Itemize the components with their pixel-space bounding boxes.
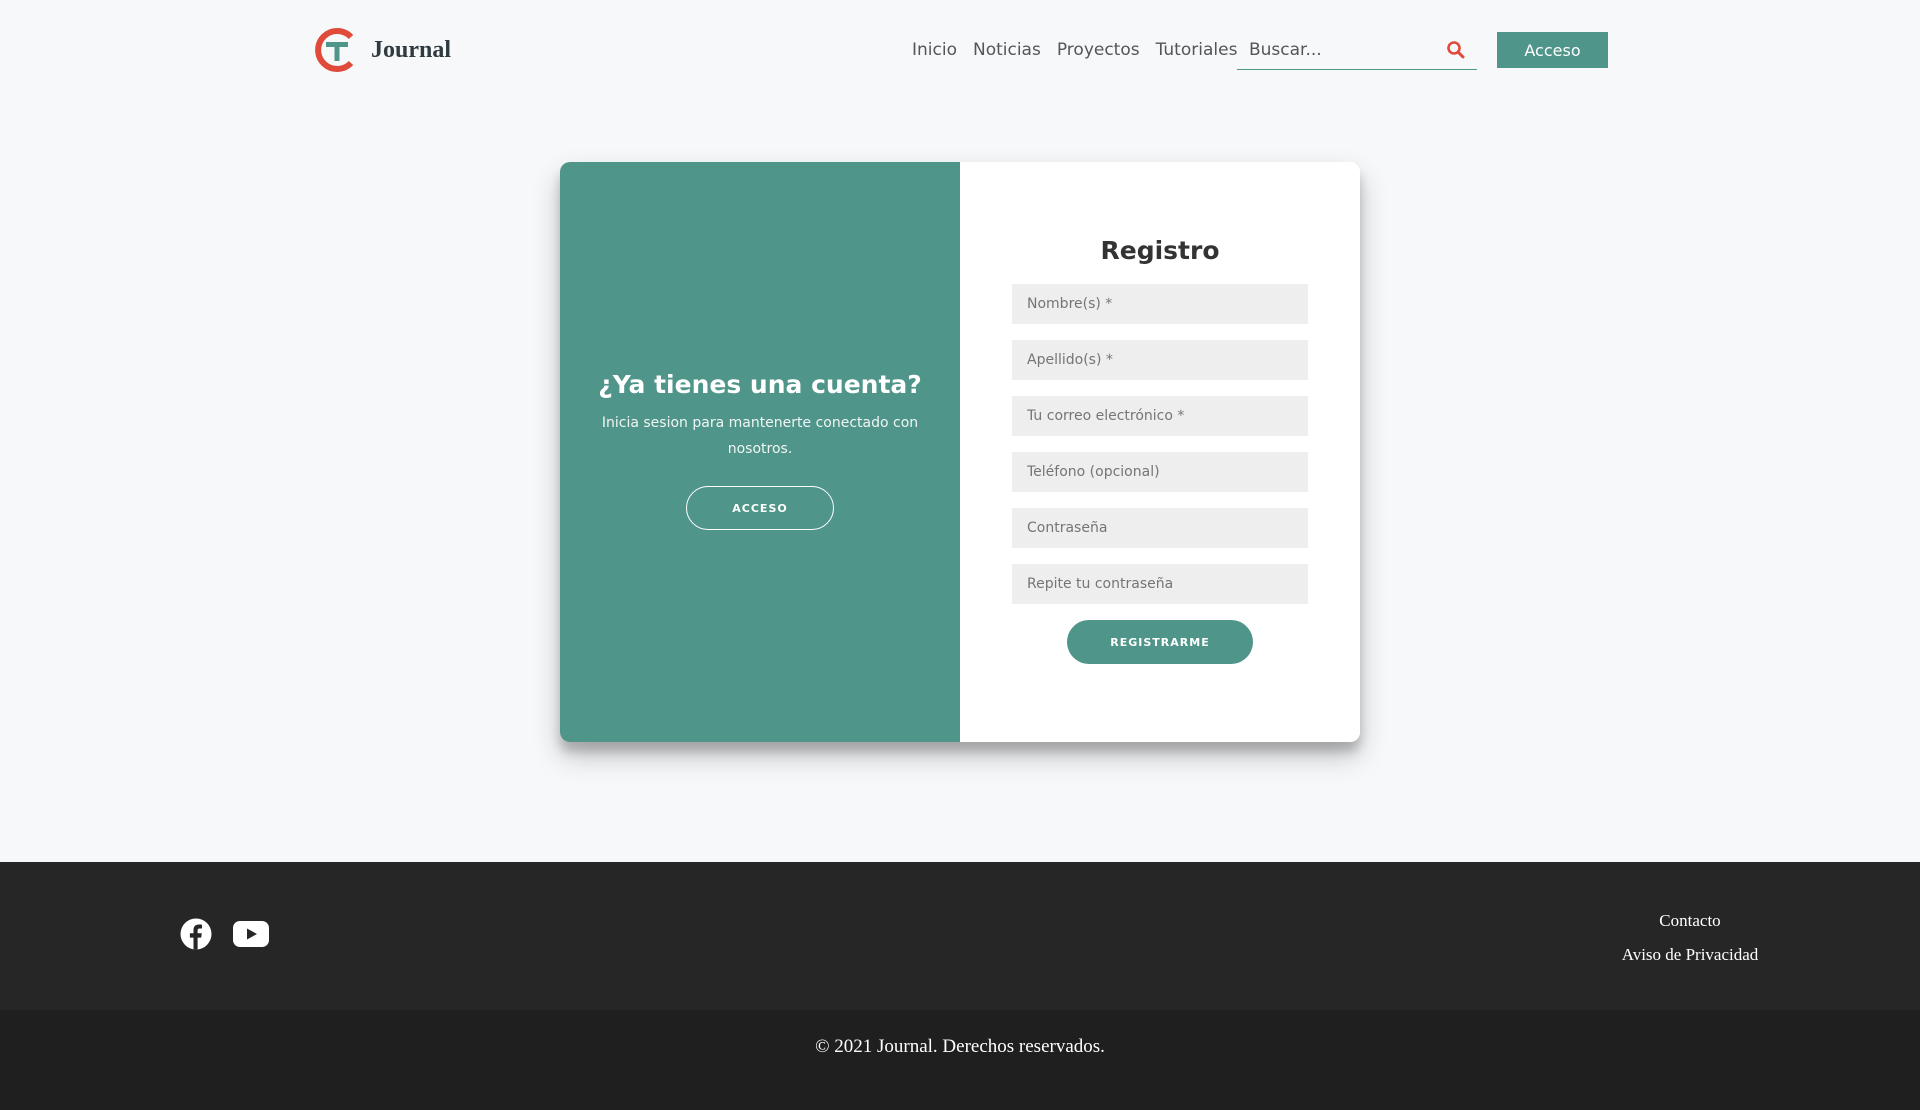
first-name-field[interactable]: [1012, 284, 1308, 324]
footer-bottom: © 2021 Journal. Derechos reservados.: [0, 1010, 1920, 1110]
search-icon[interactable]: [1446, 40, 1466, 60]
site-header: Journal Inicio Noticias Proyectos Tutori…: [0, 0, 1920, 100]
email-field[interactable]: [1012, 396, 1308, 436]
footer-links: Contacto Aviso de Privacidad: [1560, 904, 1820, 972]
header-login-button[interactable]: Acceso: [1497, 32, 1608, 68]
confirm-password-field[interactable]: [1012, 564, 1308, 604]
copyright-text: © 2021 Journal. Derechos reservados.: [815, 1036, 1105, 1057]
youtube-link[interactable]: [231, 916, 271, 952]
footer-link-contacto[interactable]: Contacto: [1560, 904, 1820, 938]
login-prompt-panel: ¿Ya tienes una cuenta? Inicia sesion par…: [560, 162, 960, 742]
go-to-login-button[interactable]: ACCESO: [686, 486, 834, 530]
main-nav: Inicio Noticias Proyectos Tutoriales: [912, 34, 1237, 66]
last-name-field[interactable]: [1012, 340, 1308, 380]
facebook-link[interactable]: [178, 916, 214, 952]
footer-link-privacidad[interactable]: Aviso de Privacidad: [1560, 938, 1820, 972]
login-prompt-text: Inicia sesion para mantenerte conectado …: [601, 415, 919, 457]
search-input[interactable]: [1237, 33, 1437, 67]
facebook-icon: [180, 918, 212, 950]
register-form: Registro REGISTRARME: [960, 162, 1360, 742]
password-field[interactable]: [1012, 508, 1308, 548]
register-submit-button[interactable]: REGISTRARME: [1067, 620, 1253, 664]
nav-item-proyectos[interactable]: Proyectos: [1057, 40, 1140, 60]
nav-item-tutoriales[interactable]: Tutoriales: [1156, 40, 1238, 60]
nav-item-noticias[interactable]: Noticias: [973, 40, 1041, 60]
register-title: Registro: [1100, 236, 1220, 265]
nav-item-inicio[interactable]: Inicio: [912, 40, 957, 60]
login-prompt-title: ¿Ya tienes una cuenta?: [598, 370, 922, 399]
brand-logo-link[interactable]: Journal: [315, 26, 451, 74]
brand-name: Journal: [371, 36, 452, 63]
auth-card: ¿Ya tienes una cuenta? Inicia sesion par…: [560, 162, 1360, 742]
phone-field[interactable]: [1012, 452, 1308, 492]
brand-logo-icon: [315, 28, 354, 72]
footer-top: Contacto Aviso de Privacidad: [0, 862, 1920, 1010]
search-box: [1237, 33, 1477, 70]
youtube-icon: [233, 921, 269, 947]
